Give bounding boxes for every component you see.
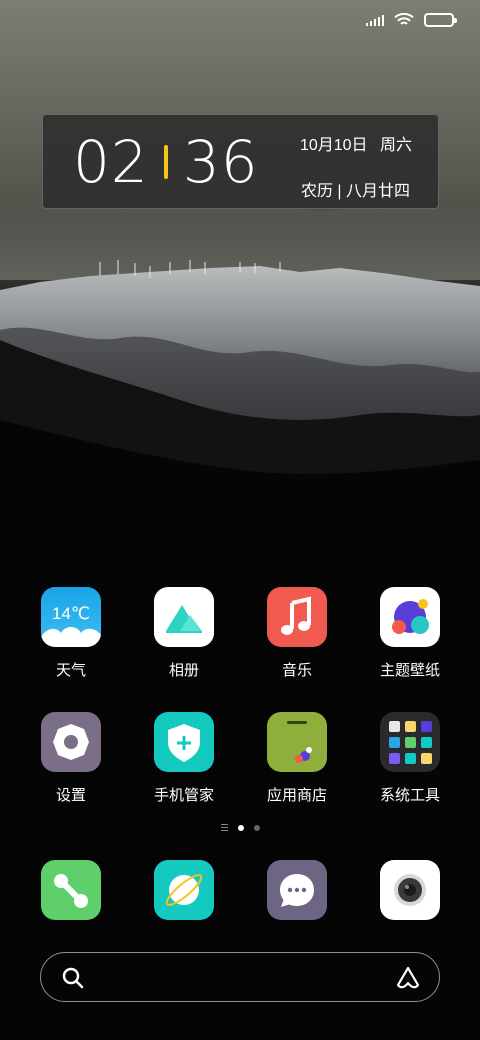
phone-manager-icon	[154, 712, 214, 772]
battery-icon	[424, 13, 457, 27]
theme-icon	[380, 587, 440, 647]
app-label: 应用商店	[266, 787, 327, 804]
search-bar[interactable]	[40, 952, 440, 1002]
browser-icon	[154, 860, 214, 920]
dock-phone[interactable]	[21, 860, 121, 920]
clock-widget[interactable]: 02 36 10月10日 周六 农历 | 八月廿四	[42, 114, 439, 209]
app-list-icon[interactable]	[220, 824, 228, 831]
camera-icon	[380, 860, 440, 920]
app-folder-system-tools[interactable]: 系统工具	[360, 712, 460, 805]
app-phone-manager[interactable]: 手机管家	[134, 712, 234, 805]
gallery-icon	[154, 587, 214, 647]
app-label: 手机管家	[153, 787, 214, 804]
app-label: 天气	[55, 662, 86, 679]
dock-camera[interactable]	[360, 860, 460, 920]
app-label: 设置	[55, 787, 86, 804]
music-icon	[267, 587, 327, 647]
assistant-icon[interactable]	[395, 965, 421, 991]
status-bar	[366, 10, 457, 30]
phone-icon	[41, 860, 101, 920]
app-settings[interactable]: 设置	[21, 712, 121, 805]
signal-bars-icon	[366, 14, 384, 26]
settings-icon	[41, 712, 101, 772]
weather-icon: 14℃	[41, 587, 101, 647]
app-label: 相册	[168, 662, 199, 679]
clock-hour: 02	[73, 128, 149, 196]
app-music[interactable]: 音乐	[247, 587, 347, 680]
search-icon[interactable]	[61, 966, 85, 990]
app-label: 主题壁纸	[379, 662, 440, 679]
app-theme[interactable]: 主题壁纸	[360, 587, 460, 680]
page-dot-2[interactable]	[253, 824, 260, 831]
dock-messages[interactable]	[247, 860, 347, 920]
clock-minute: 36	[182, 128, 259, 196]
app-store[interactable]: 应用商店	[247, 712, 347, 805]
app-weather[interactable]: 14℃ 天气	[21, 587, 121, 680]
clock-date: 10月10日 周六	[299, 137, 412, 154]
dock-browser[interactable]	[134, 860, 234, 920]
system-tools-folder-icon	[380, 712, 440, 772]
app-store-icon	[267, 712, 327, 772]
wifi-icon	[394, 13, 414, 25]
app-label: 音乐	[281, 662, 312, 679]
clock-separator	[163, 145, 168, 179]
messages-icon	[267, 860, 327, 920]
page-indicator[interactable]	[0, 824, 480, 831]
clock-time: 02 36	[73, 129, 259, 195]
page-dot-1[interactable]	[237, 824, 244, 831]
app-gallery[interactable]: 相册	[134, 587, 234, 680]
app-label: 系统工具	[379, 787, 440, 804]
clock-lunar-date: 农历 | 八月廿四	[300, 183, 410, 200]
